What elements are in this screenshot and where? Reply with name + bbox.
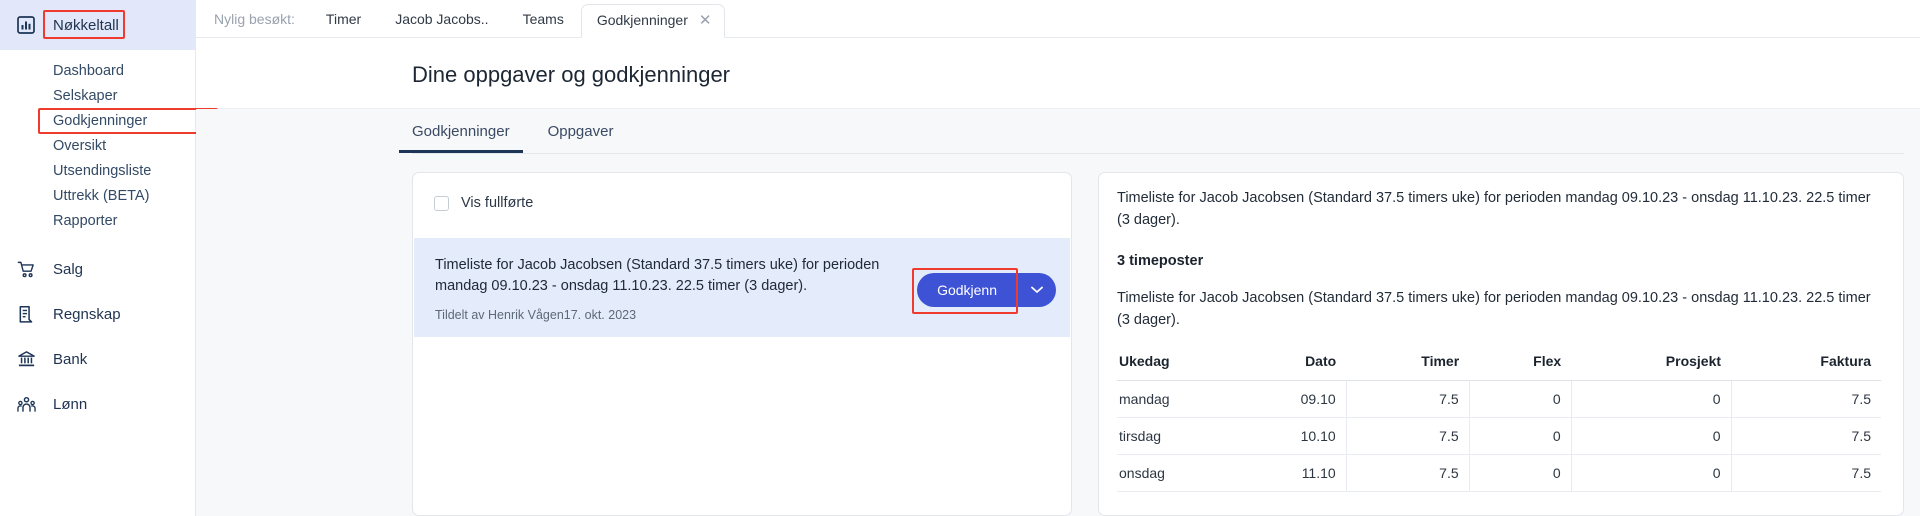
timeposts-table: Ukedag Dato Timer Flex Prosjekt Faktura … — [1117, 353, 1881, 492]
sidebar-group-label: Nøkkeltall — [53, 17, 119, 34]
sidebar-item-regnskap[interactable]: Regnskap — [0, 292, 195, 337]
cell-dato: 11.10 — [1239, 455, 1346, 492]
page-header: Dine oppgaver og godkjenninger — [196, 38, 1920, 109]
chevron-down-icon[interactable] — [1017, 273, 1056, 307]
sidebar-item-label: Lønn — [53, 396, 87, 413]
sidebar-item-dashboard[interactable]: Dashboard — [0, 58, 195, 83]
tab-godkjenninger[interactable]: Godkjenninger ✕ — [581, 4, 726, 38]
sidebar-item-lonn[interactable]: Lønn — [0, 382, 195, 427]
tab-godkjenninger-section[interactable]: Godkjenninger — [412, 123, 510, 153]
section-tabs: Godkjenninger Oppgaver — [196, 109, 1920, 153]
col-faktura: Faktura — [1731, 353, 1881, 381]
table-body: mandag 09.10 7.5 0 0 7.5 tirsdag 10.10 7… — [1117, 381, 1881, 492]
tab-timer[interactable]: Timer — [309, 11, 378, 37]
content-area: Vis fullførte Timeliste for Jacob Jacobs… — [196, 154, 1920, 516]
sidebar-item-utsendingsliste[interactable]: Utsendingsliste — [0, 158, 195, 183]
approval-detail-card: Timeliste for Jacob Jacobsen (Standard 3… — [1098, 172, 1904, 516]
tab-label: Godkjenninger — [597, 12, 688, 28]
tab-oppgaver-section[interactable]: Oppgaver — [548, 123, 614, 153]
table-row: onsdag 11.10 7.5 0 0 7.5 — [1117, 455, 1881, 492]
approval-item-text: Timeliste for Jacob Jacobsen (Standard 3… — [435, 255, 917, 322]
sidebar-item-bank[interactable]: Bank — [0, 337, 195, 382]
table-header-row: Ukedag Dato Timer Flex Prosjekt Faktura — [1117, 353, 1881, 381]
cell-dato: 10.10 — [1239, 418, 1346, 455]
col-prosjekt: Prosjekt — [1571, 353, 1731, 381]
cell-faktura: 7.5 — [1731, 381, 1881, 418]
browser-tabstrip: Nylig besøkt: Timer Jacob Jacobs.. Teams… — [196, 0, 1920, 38]
sidebar-spacer — [0, 233, 195, 247]
sidebar-item-label: Selskaper — [53, 88, 117, 104]
approval-item-title: Timeliste for Jacob Jacobsen (Standard 3… — [435, 255, 909, 298]
approval-item-meta: Tildelt av Henrik Vågen17. okt. 2023 — [435, 308, 909, 322]
cell-prosjekt: 0 — [1571, 418, 1731, 455]
cell-dato: 09.10 — [1239, 381, 1346, 418]
cell-timer: 7.5 — [1346, 381, 1469, 418]
sidebar-item-label: Uttrekk (BETA) — [53, 188, 149, 204]
recent-visited-label: Nylig besøkt: — [208, 11, 309, 37]
cell-timer: 7.5 — [1346, 455, 1469, 492]
cell-faktura: 7.5 — [1731, 418, 1881, 455]
col-ukedag: Ukedag — [1117, 353, 1239, 381]
cell-prosjekt: 0 — [1571, 455, 1731, 492]
page-title: Dine oppgaver og godkjenninger — [412, 62, 1920, 88]
tab-teams[interactable]: Teams — [506, 11, 581, 37]
cell-ukedag: onsdag — [1117, 455, 1239, 492]
table-row: tirsdag 10.10 7.5 0 0 7.5 — [1117, 418, 1881, 455]
sidebar-item-oversikt[interactable]: Oversikt — [0, 133, 195, 158]
approval-actions: Godkjenn — [917, 273, 1056, 307]
col-timer: Timer — [1346, 353, 1469, 381]
approve-button[interactable]: Godkjenn — [917, 273, 1017, 307]
cell-ukedag: tirsdag — [1117, 418, 1239, 455]
show-completed-row[interactable]: Vis fullførte — [413, 195, 1071, 211]
col-dato: Dato — [1239, 353, 1346, 381]
shopping-cart-icon — [16, 260, 36, 280]
approval-list-item[interactable]: Timeliste for Jacob Jacobsen (Standard 3… — [414, 238, 1070, 337]
cell-ukedag: mandag — [1117, 381, 1239, 418]
sidebar-item-label: Utsendingsliste — [53, 163, 151, 179]
main-area: Nylig besøkt: Timer Jacob Jacobs.. Teams… — [196, 0, 1920, 516]
close-icon[interactable]: ✕ — [699, 13, 712, 28]
table-head: Ukedag Dato Timer Flex Prosjekt Faktura — [1117, 353, 1881, 381]
sidebar-item-label: Regnskap — [53, 306, 121, 323]
cell-flex: 0 — [1469, 455, 1571, 492]
detail-description: Timeliste for Jacob Jacobsen (Standard 3… — [1117, 287, 1881, 331]
sidebar-item-selskaper[interactable]: Selskaper — [0, 83, 195, 108]
bar-chart-icon — [16, 15, 36, 35]
sidebar-item-rapporter[interactable]: Rapporter — [0, 208, 195, 233]
approvals-list-card: Vis fullførte Timeliste for Jacob Jacobs… — [412, 172, 1072, 516]
sidebar-group-nokkeltall[interactable]: Nøkkeltall — [0, 0, 195, 50]
detail-summary: Timeliste for Jacob Jacobsen (Standard 3… — [1117, 187, 1881, 231]
app-root: Nøkkeltall Dashboard Selskaper Godkjenni… — [0, 0, 1920, 516]
tab-jacob-jacobsen[interactable]: Jacob Jacobs.. — [378, 11, 505, 37]
sidebar-subnav: Dashboard Selskaper Godkjenninger Oversi… — [0, 50, 195, 233]
cell-flex: 0 — [1469, 418, 1571, 455]
table-row: mandag 09.10 7.5 0 0 7.5 — [1117, 381, 1881, 418]
sidebar-item-uttrekk-beta[interactable]: Uttrekk (BETA) — [0, 183, 195, 208]
document-icon — [16, 305, 36, 325]
cell-prosjekt: 0 — [1571, 381, 1731, 418]
sidebar: Nøkkeltall Dashboard Selskaper Godkjenni… — [0, 0, 196, 516]
approve-button-group: Godkjenn — [917, 273, 1056, 307]
sidebar-item-label: Dashboard — [53, 63, 124, 79]
sidebar-item-label: Bank — [53, 351, 87, 368]
sidebar-item-label: Rapporter — [53, 213, 117, 229]
sidebar-item-label: Godkjenninger — [53, 113, 147, 129]
show-completed-label: Vis fullførte — [461, 195, 533, 211]
detail-entries-heading: 3 timeposter — [1117, 253, 1881, 269]
sidebar-item-godkjenninger[interactable]: Godkjenninger — [0, 108, 195, 133]
cell-timer: 7.5 — [1346, 418, 1469, 455]
show-completed-checkbox[interactable] — [434, 196, 449, 211]
people-icon — [16, 395, 36, 415]
cell-faktura: 7.5 — [1731, 455, 1881, 492]
col-flex: Flex — [1469, 353, 1571, 381]
cell-flex: 0 — [1469, 381, 1571, 418]
sidebar-item-label: Salg — [53, 261, 83, 278]
bank-icon — [16, 350, 36, 370]
sidebar-item-salg[interactable]: Salg — [0, 247, 195, 292]
sidebar-item-label: Oversikt — [53, 138, 106, 154]
